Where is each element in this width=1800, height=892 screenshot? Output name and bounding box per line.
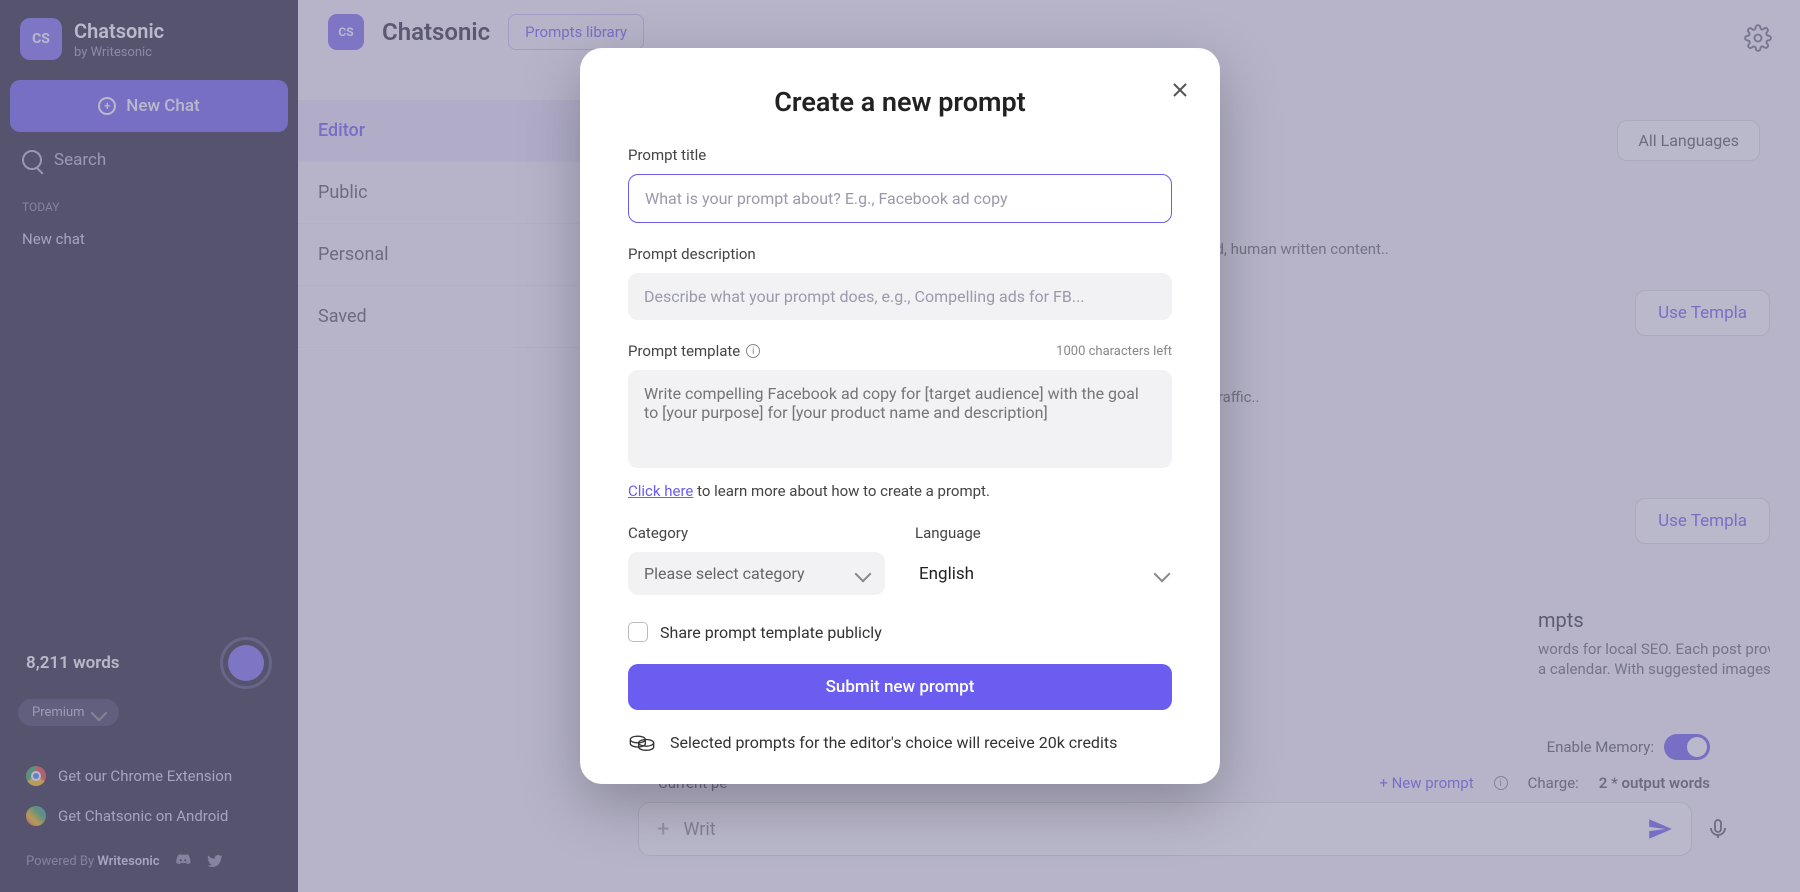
language-select[interactable]: English [915,552,1172,596]
language-value: English [919,564,974,584]
create-prompt-modal: Create a new prompt Prompt title Prompt … [580,48,1220,784]
prompt-desc-input[interactable] [628,273,1172,320]
submit-prompt-button[interactable]: Submit new prompt [628,664,1172,710]
category-label: Category [628,524,885,542]
title-field-label: Prompt title [628,146,1172,164]
modal-overlay: Create a new prompt Prompt title Prompt … [0,0,1800,892]
desc-field-label: Prompt description [628,245,1172,263]
char-counter: 1000 characters left [1056,344,1172,359]
close-icon[interactable] [1168,78,1192,102]
share-public-row[interactable]: Share prompt template publicly [628,622,1172,642]
category-select[interactable]: Please select category [628,552,885,595]
prompt-title-input[interactable] [628,174,1172,223]
chevron-down-icon [855,565,872,582]
language-label: Language [915,524,1172,542]
share-label: Share prompt template publicly [660,623,882,642]
info-icon: i [746,344,760,358]
category-placeholder: Please select category [644,564,805,583]
modal-title: Create a new prompt [628,86,1172,118]
credits-row: Selected prompts for the editor's choice… [628,732,1172,752]
credits-text: Selected prompts for the editor's choice… [670,733,1117,752]
template-field-label: Prompt template i 1000 characters left [628,342,1172,360]
learn-more-text: Click here to learn more about how to cr… [628,482,1172,500]
share-checkbox[interactable] [628,622,648,642]
chevron-down-icon [1154,566,1171,583]
learn-more-link[interactable]: Click here [628,482,693,500]
prompt-template-input[interactable] [628,370,1172,468]
coins-icon [628,732,656,752]
